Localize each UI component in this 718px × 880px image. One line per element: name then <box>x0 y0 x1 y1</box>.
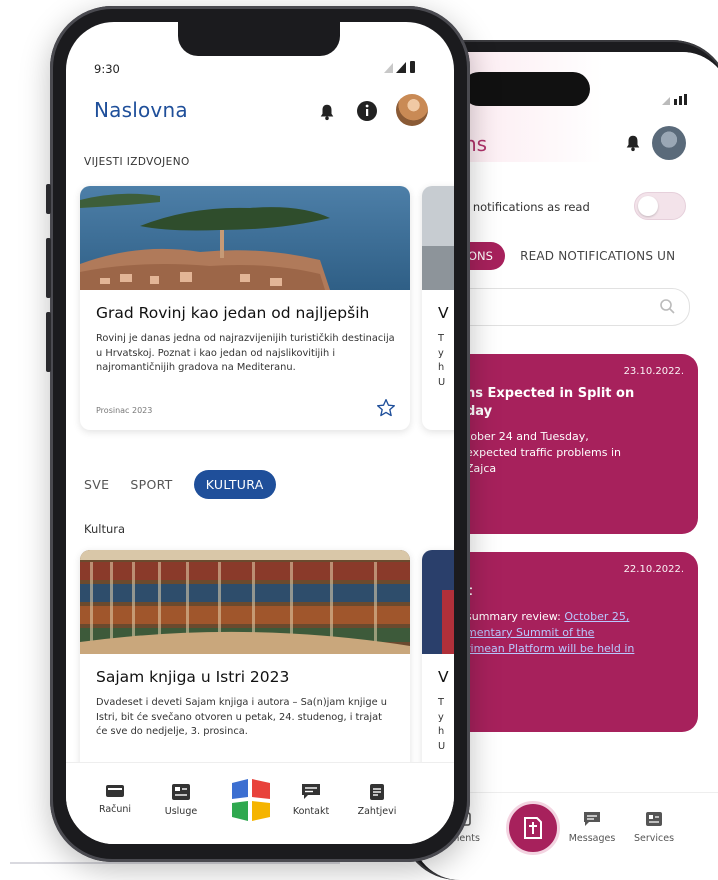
mute-switch <box>46 184 51 214</box>
chip-culture[interactable]: KULTURA <box>193 470 276 499</box>
nav-services[interactable]: Usluge <box>154 783 208 817</box>
front-phone-screen: 9:30 Naslovna VIJESTI IZDVOJENO Grad Rov… <box>66 22 454 844</box>
peek-description: T y h U <box>438 333 446 389</box>
nav-bills[interactable]: Računi <box>88 783 142 815</box>
news-title: Sajam knjiga u Istri 2023 <box>96 668 290 686</box>
news-description: Dvadeset i deveti Sajam knjiga i autora … <box>96 697 387 738</box>
wallet-icon <box>106 785 124 797</box>
bell-icon[interactable] <box>318 102 336 122</box>
notification-title: ns Expected in Split on day <box>466 386 635 420</box>
back-avatar[interactable] <box>652 126 686 160</box>
services-icon <box>646 812 662 826</box>
nav-contact[interactable]: Kontakt <box>284 783 338 817</box>
docs-logo-icon <box>524 817 542 839</box>
nav-services[interactable]: Services <box>624 811 684 844</box>
status-icons <box>382 59 422 78</box>
featured-section-label: VIJESTI IZDVOJENO <box>84 156 190 168</box>
nav-label: Messages <box>568 833 616 844</box>
chip-sport[interactable]: SPORT <box>130 477 172 492</box>
featured-news-card[interactable]: Grad Rovinj kao jedan od najljepših Rovi… <box>80 186 410 430</box>
peek-title: V <box>438 304 449 322</box>
nav-requests[interactable]: Zahtjevi <box>350 783 404 817</box>
app-logo-icon[interactable] <box>228 777 274 823</box>
news-photo <box>422 186 454 290</box>
chip-all[interactable]: SVE <box>84 477 109 492</box>
volume-up-button <box>46 238 51 298</box>
mark-all-read-label: l notifications as read <box>466 200 590 214</box>
chat-icon <box>584 812 600 826</box>
avatar[interactable] <box>396 94 428 126</box>
tab-read-notifications[interactable]: READ NOTIFICATIONS UN <box>520 249 675 263</box>
news-photo <box>422 550 454 654</box>
nav-label: Zahtjevi <box>357 806 397 817</box>
nav-label: Kontakt <box>292 806 330 817</box>
nav-label: Usluge <box>164 806 198 817</box>
back-center-logo-button[interactable] <box>506 801 560 855</box>
notification-card[interactable]: 22.10.2022. t summary review: October 25… <box>452 552 698 732</box>
category-label: Kultura <box>84 522 126 536</box>
page-title: Naslovna <box>94 98 188 122</box>
volume-down-button <box>46 312 51 372</box>
notification-search-input[interactable] <box>452 288 690 326</box>
peek-title: V <box>438 668 449 686</box>
news-title: Grad Rovinj kao jedan od najljepših <box>96 304 370 322</box>
news-description: Rovinj je danas jedna od najrazvijenijih… <box>96 333 395 374</box>
notification-body-text: summary review: <box>466 610 565 624</box>
notification-date: 23.10.2022. <box>623 366 684 377</box>
category-news-card[interactable]: Sajam knjiga u Istri 2023 Dvadeset i dev… <box>80 550 410 790</box>
services-icon <box>172 784 190 800</box>
signal-icon <box>662 94 687 105</box>
peek-description: T y h U <box>438 697 446 753</box>
featured-news-card-peek[interactable]: V T y h U <box>422 186 454 430</box>
nav-label: Services <box>633 833 675 844</box>
info-icon[interactable] <box>356 100 378 122</box>
toggle-knob <box>638 196 658 216</box>
search-icon <box>660 299 675 314</box>
library-photo <box>80 550 410 654</box>
notification-body: summary review: October 25, mentary Summ… <box>466 609 684 657</box>
news-date: Prosinac 2023 <box>96 406 153 415</box>
chat-icon <box>302 784 320 799</box>
floor-reflection-line <box>10 862 340 864</box>
status-time: 9:30 <box>94 62 120 76</box>
notification-card[interactable]: 23.10.2022. ns Expected in Split on day … <box>452 354 698 534</box>
notification-tabs: ONS READ NOTIFICATIONS UN <box>452 242 675 272</box>
mark-all-read-toggle[interactable] <box>634 192 686 220</box>
nav-label: Računi <box>98 804 132 815</box>
document-icon <box>370 784 384 800</box>
dynamic-island <box>462 72 590 106</box>
notch <box>178 22 340 56</box>
category-news-card-peek[interactable]: V T y h U <box>422 550 454 790</box>
notification-title: t <box>466 583 684 601</box>
bottom-nav: Računi Usluge Kontakt Zahtjevi <box>66 762 454 844</box>
bell-icon[interactable] <box>624 134 642 152</box>
signal-icon <box>384 61 415 73</box>
notification-body: tober 24 and Tuesday, expected traffic p… <box>466 430 621 476</box>
front-phone: 9:30 Naslovna VIJESTI IZDVOJENO Grad Rov… <box>46 6 470 862</box>
category-filter-chips: SVE SPORT KULTURA <box>84 470 276 500</box>
back-status-icons <box>660 94 692 109</box>
nav-messages[interactable]: Messages <box>562 811 622 844</box>
notification-date: 22.10.2022. <box>623 564 684 575</box>
star-icon[interactable] <box>376 398 396 418</box>
rovinj-photo <box>80 186 410 290</box>
